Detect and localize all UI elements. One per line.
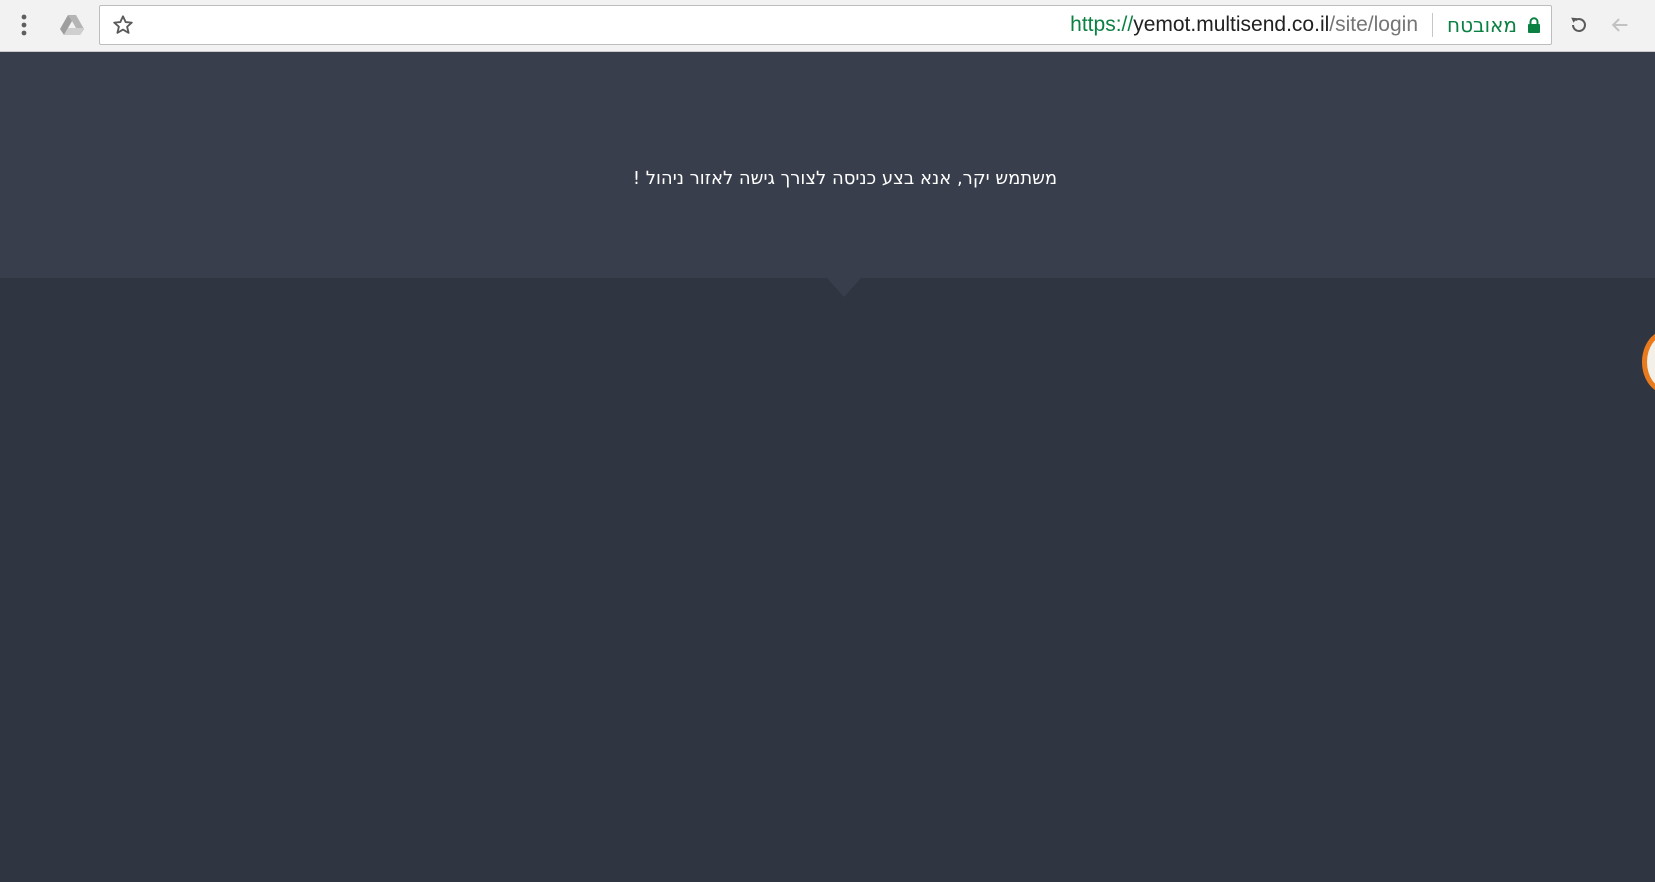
secure-label[interactable]: מאובטח bbox=[1447, 13, 1517, 37]
vertical-dots-icon bbox=[21, 14, 27, 36]
bookmark-star-button[interactable] bbox=[106, 8, 140, 42]
star-icon bbox=[112, 14, 134, 36]
reload-button[interactable] bbox=[1562, 8, 1596, 42]
reload-icon bbox=[1568, 14, 1590, 36]
login-prompt-message: משתמש יקר, אנא בצע כניסה לצורך גישה לאזו… bbox=[632, 168, 1058, 189]
url-text: https://yemot.multisend.co.il/site/login bbox=[1070, 13, 1418, 37]
login-header-band: משתמש יקר, אנא בצע כניסה לצורך גישה לאזו… bbox=[0, 52, 1655, 278]
drive-extension-button[interactable] bbox=[55, 8, 89, 42]
address-bar[interactable]: https://yemot.multisend.co.il/site/login… bbox=[99, 5, 1552, 45]
google-drive-icon bbox=[59, 14, 85, 36]
browser-menu-button[interactable] bbox=[7, 8, 41, 42]
header-pointer-arrow bbox=[826, 277, 862, 297]
url-display[interactable]: https://yemot.multisend.co.il/site/login… bbox=[1070, 6, 1541, 44]
browser-toolbar: https://yemot.multisend.co.il/site/login… bbox=[0, 0, 1655, 52]
url-scheme: https:// bbox=[1070, 13, 1134, 36]
address-separator bbox=[1432, 13, 1433, 37]
back-arrow-icon bbox=[1609, 14, 1631, 36]
back-button[interactable] bbox=[1603, 8, 1637, 42]
floating-side-widget[interactable] bbox=[1642, 330, 1655, 394]
lock-icon[interactable] bbox=[1527, 16, 1541, 34]
url-path: /site/login bbox=[1329, 13, 1418, 36]
url-host: yemot.multisend.co.il bbox=[1133, 13, 1330, 36]
